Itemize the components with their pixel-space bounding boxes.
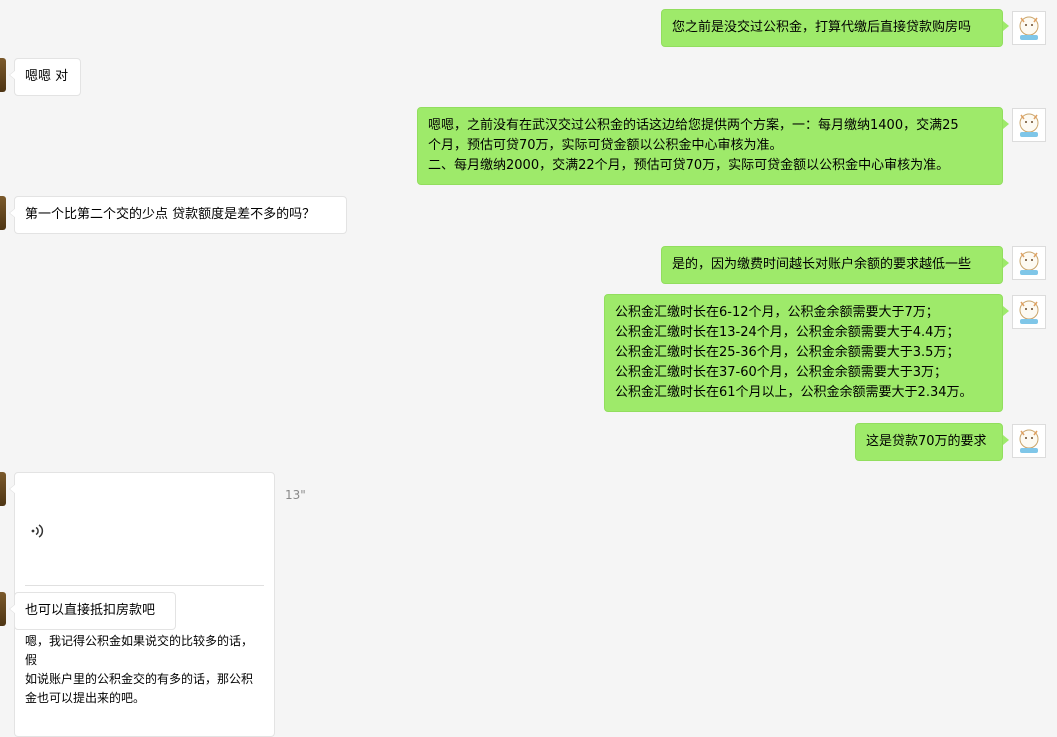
message-bubble-sent[interactable]: 是的，因为缴费时间越长对账户余额的要求越低一些 <box>661 246 1009 284</box>
user-avatar[interactable] <box>1012 108 1046 142</box>
message-bubble-sent[interactable]: 公积金汇缴时长在6-12个月，公积金余额需要大于7万； 公积金汇缴时长在13-2… <box>604 294 1009 412</box>
message-bubble-received[interactable]: 第一个比第二个交的少点 贷款额度是差不多的吗？ <box>9 196 347 234</box>
contact-avatar[interactable] <box>0 472 6 506</box>
voice-duration: 13" <box>285 488 306 502</box>
contact-avatar[interactable] <box>0 592 6 626</box>
message-bubble-sent[interactable]: 这是贷款70万的要求 <box>855 423 1009 461</box>
user-avatar[interactable] <box>1012 295 1046 329</box>
contact-avatar[interactable] <box>0 58 6 92</box>
voice-transcript: 嗯，我记得公积金如果说交的比较多的话，假 如说账户里的公积金交的有多的话，那公积… <box>25 634 254 705</box>
user-avatar[interactable] <box>1012 246 1046 280</box>
message-bubble-sent[interactable]: 嗯嗯，之前没有在武汉交过公积金的话这边给您提供两个方案，一：每月缴纳1400，交… <box>417 107 1009 185</box>
voice-wave-icon[interactable] <box>29 523 45 539</box>
message-bubble-received[interactable]: 也可以直接抵扣房款吧 <box>9 592 176 630</box>
voice-divider <box>25 585 264 586</box>
contact-avatar[interactable] <box>0 196 6 230</box>
message-bubble-sent[interactable]: 您之前是没交过公积金，打算代缴后直接贷款购房吗 <box>661 9 1009 47</box>
message-bubble-received[interactable]: 嗯嗯 对 <box>9 58 81 96</box>
user-avatar[interactable] <box>1012 11 1046 45</box>
user-avatar[interactable] <box>1012 424 1046 458</box>
